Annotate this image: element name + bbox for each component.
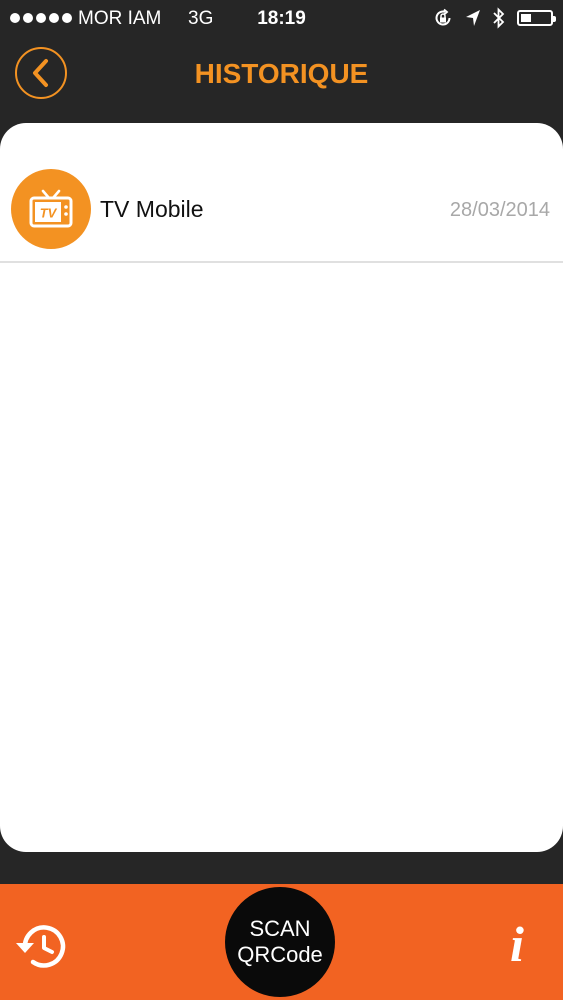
list-item-date: 28/03/2014 [449, 199, 550, 221]
history-clock-icon [16, 925, 66, 968]
header: HISTORIQUE [0, 36, 563, 116]
bottom-tab-bar: SCAN QRCode i [0, 884, 563, 1000]
bluetooth-icon [493, 7, 505, 29]
history-list: TV TV Mobile 28/03/2014 [0, 123, 563, 852]
battery-icon [517, 10, 556, 26]
location-arrow-icon [466, 10, 480, 26]
scan-label: SCAN [249, 916, 311, 941]
list-item[interactable]: TV TV Mobile 28/03/2014 [0, 167, 563, 263]
scan-qrcode-button[interactable]: SCAN QRCode [225, 887, 335, 997]
svg-text:TV: TV [40, 206, 58, 221]
tv-icon: TV [11, 169, 91, 249]
info-button[interactable]: i [499, 914, 535, 974]
list-item-label: TV Mobile [100, 196, 204, 222]
status-bar: MOR IAM 3G 18:19 [0, 0, 563, 36]
info-icon: i [510, 916, 524, 972]
page-title: HISTORIQUE [194, 58, 369, 89]
qrcode-label: QRCode [237, 942, 323, 967]
history-button[interactable] [14, 922, 70, 972]
orientation-lock-icon [435, 8, 451, 26]
